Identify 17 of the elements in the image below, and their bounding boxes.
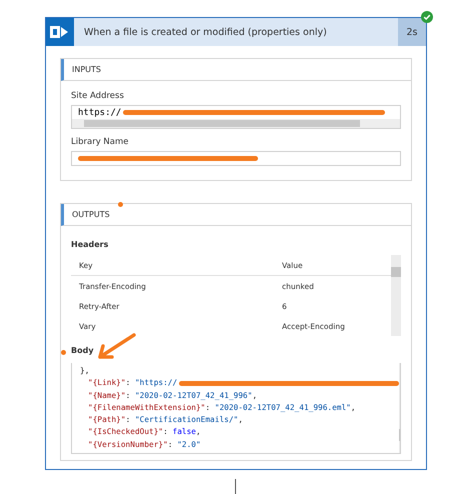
vertical-scrollbar[interactable] xyxy=(391,255,401,336)
headers-label: Headers xyxy=(71,240,108,249)
annotation-dot xyxy=(118,202,123,207)
section-header: INPUTS xyxy=(61,59,411,81)
code-viewer[interactable] xyxy=(71,363,401,454)
body-label: Body xyxy=(71,346,94,355)
text-field[interactable] xyxy=(71,151,401,166)
sharepoint-icon xyxy=(50,24,70,40)
duration-label: 2s xyxy=(398,18,426,46)
field-label: Library Name xyxy=(71,137,128,147)
connector-line xyxy=(235,479,236,494)
horizontal-scrollbar[interactable] xyxy=(72,119,400,128)
card-title: When a file is created or modified (properties only) xyxy=(83,26,328,38)
section-header: OUTPUTS xyxy=(61,204,411,226)
annotation-dot xyxy=(61,350,66,355)
field-label: Site Address xyxy=(71,91,124,101)
text-field[interactable]: https:// xyxy=(71,105,401,129)
